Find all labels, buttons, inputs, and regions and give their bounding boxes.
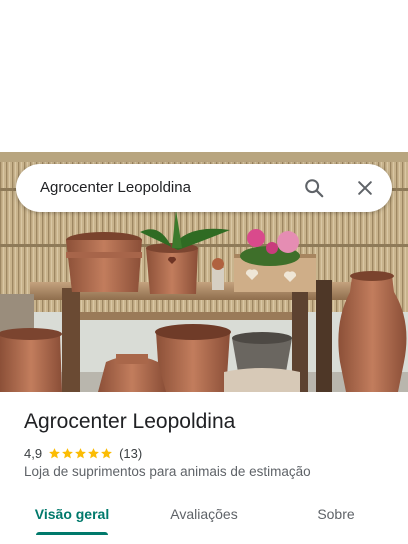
active-tab-indicator xyxy=(36,532,108,535)
star-icon xyxy=(62,447,73,458)
rating-stars xyxy=(48,447,113,460)
map-blank-area xyxy=(0,0,408,152)
place-tabs: Visão geral Avaliações Sobre xyxy=(0,500,408,544)
star-icon xyxy=(75,447,86,458)
search-bar[interactable]: Agrocenter Leopoldina xyxy=(16,164,392,212)
tab-reviews[interactable]: Avaliações xyxy=(156,500,252,540)
star-icon xyxy=(101,447,112,458)
tab-about[interactable]: Sobre xyxy=(288,500,384,540)
star-icon xyxy=(49,447,60,458)
review-count[interactable]: (13) xyxy=(119,446,142,461)
close-icon[interactable] xyxy=(349,172,381,204)
place-info-panel: Agrocenter Leopoldina 4,9 (13) Loja de s… xyxy=(0,392,408,544)
place-title: Agrocenter Leopoldina xyxy=(24,410,236,433)
rating-value: 4,9 xyxy=(24,445,43,461)
place-category[interactable]: Loja de suprimentos para animais de esti… xyxy=(24,464,311,479)
star-icon xyxy=(88,447,99,458)
search-input[interactable]: Agrocenter Leopoldina xyxy=(40,164,191,212)
rating-row[interactable]: 4,9 (13) xyxy=(24,444,142,462)
search-icon[interactable] xyxy=(298,172,330,204)
